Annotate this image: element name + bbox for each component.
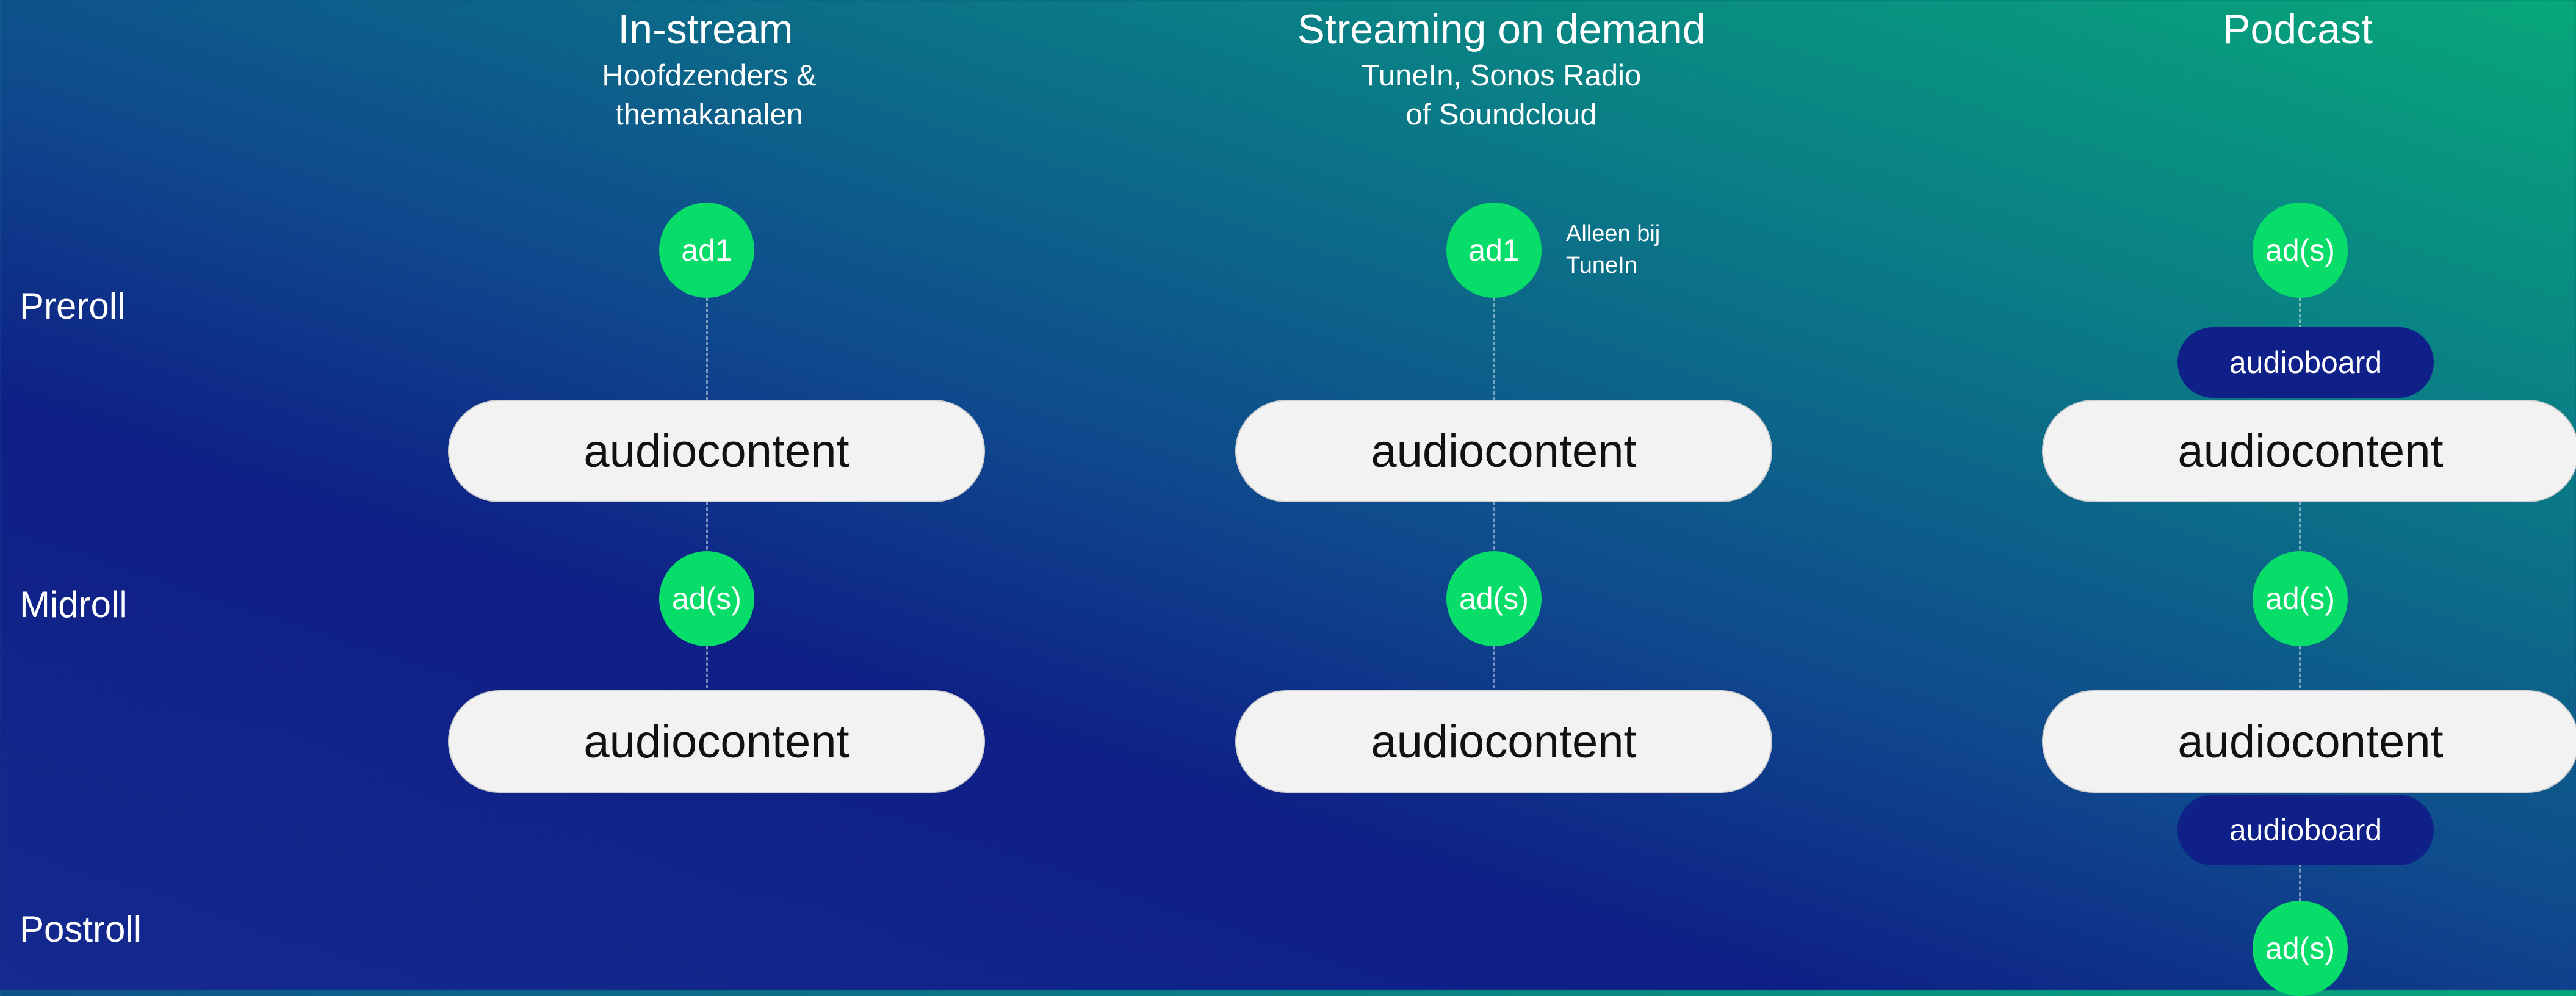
column-subtitle-streaming: TuneIn, Sonos Radio of Soundcloud — [1362, 56, 1642, 134]
postroll-ad-circle: ad(s) — [2253, 901, 2348, 996]
preroll-ad-circle: ad1 — [1446, 203, 1542, 298]
audioboard-pill: audioboard — [2177, 795, 2434, 865]
row-label-preroll: Preroll — [20, 286, 126, 327]
preroll-ad-circle: ad(s) — [2253, 203, 2348, 298]
connector-line — [706, 298, 708, 400]
note-line: TuneIn — [1566, 253, 1637, 278]
subtitle-line: Hoofdzenders & — [602, 59, 817, 92]
audiocontent-pill: audiocontent — [1235, 690, 1772, 793]
column-title-instream: In-stream — [618, 6, 793, 52]
connector-line — [2299, 298, 2301, 328]
midroll-ad-circle: ad(s) — [659, 551, 754, 646]
connector-line — [2299, 863, 2301, 902]
audiocontent-pill: audiocontent — [2042, 690, 2576, 793]
column-title-streaming: Streaming on demand — [1297, 6, 1706, 52]
audioboard-pill: audioboard — [2177, 327, 2434, 398]
preroll-ad-circle: ad1 — [659, 203, 754, 298]
subtitle-line: themakanalen — [615, 98, 803, 131]
column-title-podcast: Podcast — [2223, 6, 2373, 52]
audiocontent-pill: audiocontent — [448, 690, 985, 793]
audiocontent-pill: audiocontent — [1235, 400, 1772, 502]
row-label-midroll: Midroll — [20, 584, 128, 625]
row-label-postroll: Postroll — [20, 909, 142, 950]
preroll-note: Alleen bij TuneIn — [1566, 218, 1660, 281]
subtitle-line: TuneIn, Sonos Radio — [1361, 59, 1642, 92]
subtitle-line: of Soundcloud — [1405, 98, 1597, 131]
column-subtitle-instream: Hoofdzenders & themakanalen — [602, 56, 816, 134]
audiocontent-pill: audiocontent — [2042, 400, 2576, 502]
note-line: Alleen bij — [1566, 221, 1661, 247]
connector-line — [1493, 298, 1495, 400]
midroll-ad-circle: ad(s) — [2253, 551, 2348, 646]
audiocontent-pill: audiocontent — [448, 400, 985, 502]
midroll-ad-circle: ad(s) — [1446, 551, 1542, 646]
